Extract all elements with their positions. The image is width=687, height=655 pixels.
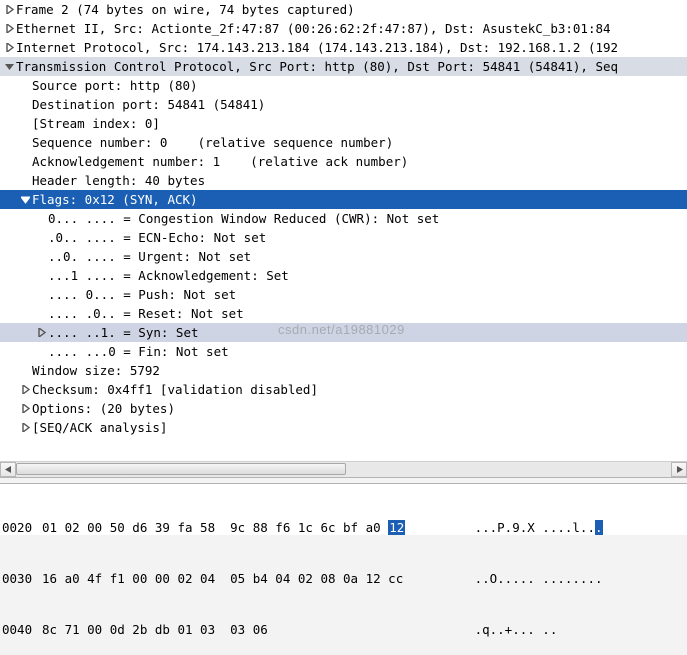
hex-ascii: .q..+... .. [452,621,557,638]
hex-bytes: 16 a0 4f f1 00 00 02 04 05 b4 04 02 08 0… [42,570,452,587]
scroll-left-button[interactable] [0,462,16,477]
hex-ascii: ...P.9.X ....l... [452,519,603,536]
scroll-track[interactable] [16,462,671,477]
tree-label: ...1 .... = Acknowledgement: Set [48,266,289,285]
chevron-right-icon[interactable] [2,41,16,55]
tree-label: [Stream index: 0] [32,114,160,133]
tree-label: Options: (20 bytes) [32,399,175,418]
tree-label: ..0. .... = Urgent: Not set [48,247,251,266]
tree-label: Destination port: 54841 (54841) [32,95,265,114]
tree-row-ethernet[interactable]: Ethernet II, Src: Actionte_2f:47:87 (00:… [0,19,687,38]
tree-row-seq[interactable]: Sequence number: 0 (relative sequence nu… [0,133,687,152]
hex-row[interactable]: 0040 8c 71 00 0d 2b db 01 03 03 06 .q..+… [2,621,685,638]
tree-row-src-port[interactable]: Source port: http (80) [0,76,687,95]
chevron-right-icon[interactable] [18,383,32,397]
tree-label: Acknowledgement number: 1 (relative ack … [32,152,408,171]
tree-row-seqack-analysis[interactable]: [SEQ/ACK analysis] [0,418,687,437]
tree-row-ip[interactable]: Internet Protocol, Src: 174.143.213.184 … [0,38,687,57]
hex-row[interactable]: 0020 01 02 00 50 d6 39 fa 58 9c 88 f6 1c… [2,519,685,536]
tree-label: Frame 2 (74 bytes on wire, 74 bytes capt… [16,0,355,19]
chevron-right-icon[interactable] [18,421,32,435]
hex-offset: 0020 [2,519,42,536]
tree-label: [SEQ/ACK analysis] [32,418,167,437]
tree-row-ackflag[interactable]: ...1 .... = Acknowledgement: Set [0,266,687,285]
chevron-right-icon[interactable] [18,402,32,416]
tree-row-ece[interactable]: .0.. .... = ECN-Echo: Not set [0,228,687,247]
tree-row-syn[interactable]: .... ..1. = Syn: Set [0,323,687,342]
packet-details-tree[interactable]: Frame 2 (74 bytes on wire, 74 bytes capt… [0,0,687,478]
tree-row-fin[interactable]: .... ...0 = Fin: Not set [0,342,687,361]
hex-bytes: 01 02 00 50 d6 39 fa 58 9c 88 f6 1c 6c b… [42,519,452,536]
tree-row-flags[interactable]: Flags: 0x12 (SYN, ACK) [0,190,687,209]
tree-row-cwr[interactable]: 0... .... = Congestion Window Reduced (C… [0,209,687,228]
tree-label: Internet Protocol, Src: 174.143.213.184 … [16,38,618,57]
tree-row-options[interactable]: Options: (20 bytes) [0,399,687,418]
tree-label: Ethernet II, Src: Actionte_2f:47:87 (00:… [16,19,611,38]
hex-ascii: ..O..... ........ [452,570,603,587]
tree-row-dst-port[interactable]: Destination port: 54841 (54841) [0,95,687,114]
hex-dump-pane[interactable]: 0020 01 02 00 50 d6 39 fa 58 9c 88 f6 1c… [0,483,687,535]
tree-row-urg[interactable]: ..0. .... = Urgent: Not set [0,247,687,266]
hex-highlight: 12 [388,520,405,535]
tree-label: .... ...0 = Fin: Not set [48,342,229,361]
tree-label: .0.. .... = ECN-Echo: Not set [48,228,266,247]
tree-label: Source port: http (80) [32,76,198,95]
tree-label: Flags: 0x12 (SYN, ACK) [32,190,198,209]
hex-offset: 0030 [2,570,42,587]
hex-offset: 0040 [2,621,42,638]
tree-row-header-length[interactable]: Header length: 40 bytes [0,171,687,190]
scroll-thumb[interactable] [16,463,346,475]
chevron-right-icon[interactable] [2,3,16,17]
tree-label: Transmission Control Protocol, Src Port:… [16,57,618,76]
tree-label: .... .0.. = Reset: Not set [48,304,244,323]
hex-bytes: 8c 71 00 0d 2b db 01 03 03 06 [42,621,452,638]
tree-row-checksum[interactable]: Checksum: 0x4ff1 [validation disabled] [0,380,687,399]
chevron-down-icon[interactable] [18,193,32,207]
tree-row-window[interactable]: Window size: 5792 [0,361,687,380]
tree-label: .... ..1. = Syn: Set [48,323,199,342]
chevron-down-icon[interactable] [2,60,16,74]
chevron-right-icon[interactable] [2,22,16,36]
horizontal-scrollbar[interactable] [0,461,687,477]
tree-row-ack[interactable]: Acknowledgement number: 1 (relative ack … [0,152,687,171]
tree-row-stream[interactable]: [Stream index: 0] [0,114,687,133]
chevron-right-icon[interactable] [34,326,48,340]
tree-label: Sequence number: 0 (relative sequence nu… [32,133,393,152]
scroll-right-button[interactable] [671,462,687,477]
tree-label: Window size: 5792 [32,361,160,380]
tree-label: 0... .... = Congestion Window Reduced (C… [48,209,439,228]
tree-row-tcp[interactable]: Transmission Control Protocol, Src Port:… [0,57,687,76]
tree-row-rst[interactable]: .... .0.. = Reset: Not set [0,304,687,323]
tree-label: Checksum: 0x4ff1 [validation disabled] [32,380,318,399]
hex-row[interactable]: 0030 16 a0 4f f1 00 00 02 04 05 b4 04 02… [2,570,685,587]
tree-row-frame[interactable]: Frame 2 (74 bytes on wire, 74 bytes capt… [0,0,687,19]
tree-label: .... 0... = Push: Not set [48,285,236,304]
tree-row-psh[interactable]: .... 0... = Push: Not set [0,285,687,304]
tree-label: Header length: 40 bytes [32,171,205,190]
